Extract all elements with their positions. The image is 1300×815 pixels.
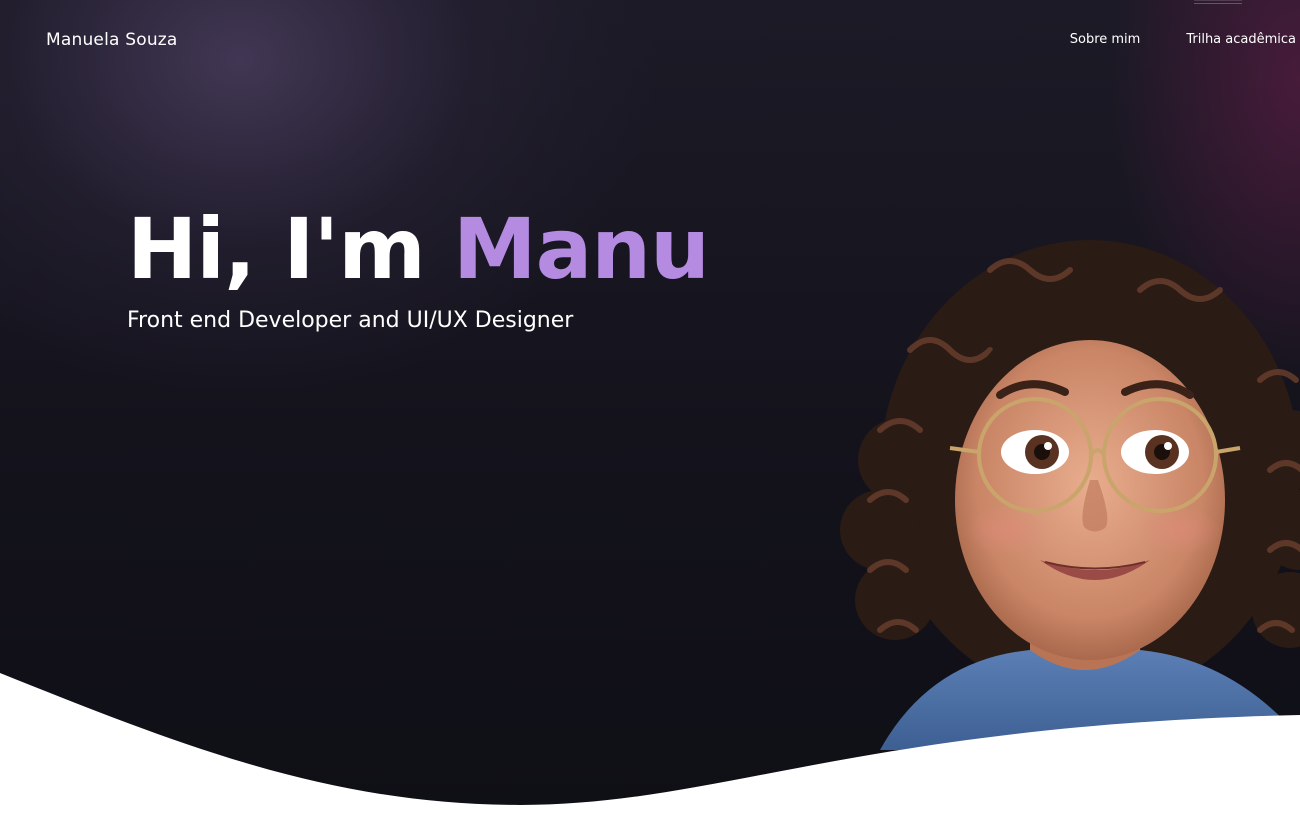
nav-link-sobre-mim[interactable]: Sobre mim	[1070, 32, 1141, 47]
hero-greeting: Hi, I'm	[127, 200, 453, 298]
nav-link-trilha-academica[interactable]: Trilha acadêmica	[1186, 32, 1296, 47]
hero-subtitle: Front end Developer and UI/UX Designer	[127, 308, 574, 333]
hero-title: Hi, I'm Manu	[127, 200, 710, 298]
hero-name: Manu	[453, 200, 710, 298]
hero-page: Manuela Souza Sobre mim Trilha acadêmica…	[0, 0, 1300, 815]
brand-logo[interactable]: Manuela Souza	[46, 30, 178, 50]
bottom-wave	[0, 673, 1300, 815]
top-nav: Sobre mim Trilha acadêmica	[1070, 32, 1296, 47]
top-scroll-indicator	[1194, 0, 1242, 4]
